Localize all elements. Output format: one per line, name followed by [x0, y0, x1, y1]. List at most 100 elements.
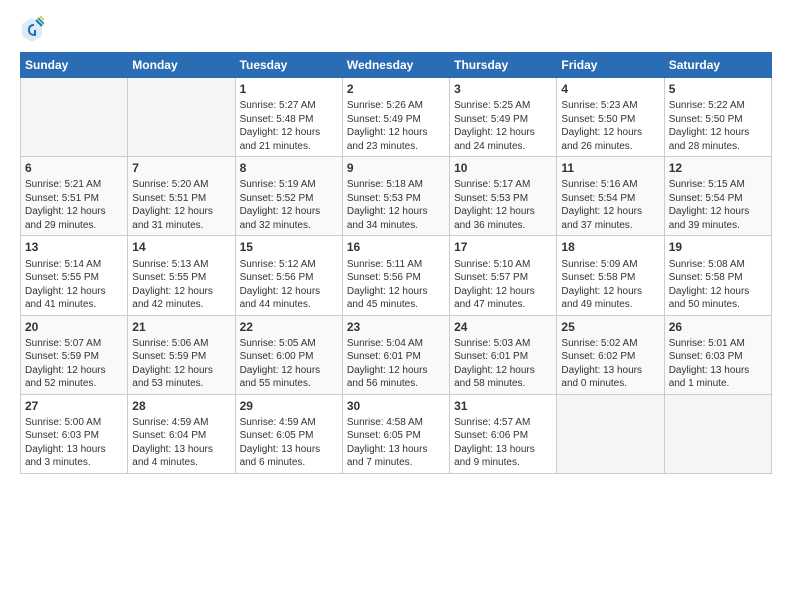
calendar-cell: 12Sunrise: 5:15 AMSunset: 5:54 PMDayligh…: [664, 157, 771, 236]
day-number: 27: [25, 398, 123, 414]
daylight-label: Daylight: 12 hours and 31 minutes.: [132, 206, 213, 231]
daylight-label: Daylight: 12 hours and 23 minutes.: [347, 127, 428, 152]
day-number: 11: [561, 160, 659, 176]
daylight-label: Daylight: 13 hours and 6 minutes.: [240, 444, 321, 469]
sunrise-text: Sunrise: 5:18 AM: [347, 179, 423, 190]
calendar-cell: 18Sunrise: 5:09 AMSunset: 5:58 PMDayligh…: [557, 236, 664, 315]
daylight-label: Daylight: 13 hours and 9 minutes.: [454, 444, 535, 469]
day-number: 18: [561, 239, 659, 255]
calendar-cell: 8Sunrise: 5:19 AMSunset: 5:52 PMDaylight…: [235, 157, 342, 236]
calendar-cell: 28Sunrise: 4:59 AMSunset: 6:04 PMDayligh…: [128, 394, 235, 473]
day-number: 31: [454, 398, 552, 414]
calendar-cell: [664, 394, 771, 473]
sunrise-text: Sunrise: 5:07 AM: [25, 338, 101, 349]
calendar-cell: 20 Sunrise: 5:07 AM Sunset: 5:59 PM Dayligh…: [21, 315, 128, 394]
calendar-cell: 10Sunrise: 5:17 AMSunset: 5:53 PMDayligh…: [450, 157, 557, 236]
sunrise-text: Sunrise: 4:58 AM: [347, 417, 423, 428]
calendar-cell: 11Sunrise: 5:16 AMSunset: 5:54 PMDayligh…: [557, 157, 664, 236]
sunrise-text: Sunrise: 5:15 AM: [669, 179, 745, 190]
day-number: 29: [240, 398, 338, 414]
daylight-label: Daylight: 12 hours and 49 minutes.: [561, 286, 642, 311]
sunrise-text: Sunrise: 5:21 AM: [25, 179, 101, 190]
daylight-label: Daylight: 13 hours and 1 minute.: [669, 365, 750, 390]
day-header-friday: Friday: [557, 53, 664, 78]
day-number: 2: [347, 81, 445, 97]
day-number: 6: [25, 160, 123, 176]
sunset-text: Sunset: 6:02 PM: [561, 351, 635, 362]
daylight-label: Daylight: 12 hours and 37 minutes.: [561, 206, 642, 231]
sunrise-text: Sunrise: 5:11 AM: [347, 259, 422, 270]
daylight-label: Daylight: 12 hours and 42 minutes.: [132, 286, 213, 311]
daylight-label: Daylight: 12 hours and 34 minutes.: [347, 206, 428, 231]
sunset-text: Sunset: 5:49 PM: [454, 114, 528, 125]
sunset-text: Sunset: 5:57 PM: [454, 272, 528, 283]
sunrise-text: Sunrise: 5:23 AM: [561, 100, 637, 111]
calendar-cell: 6Sunrise: 5:21 AMSunset: 5:51 PMDaylight…: [21, 157, 128, 236]
daylight-label: Daylight: 13 hours and 0 minutes.: [561, 365, 642, 390]
sunset-text: Sunset: 5:59 PM: [132, 351, 206, 362]
calendar-cell: 23Sunrise: 5:04 AMSunset: 6:01 PMDayligh…: [342, 315, 449, 394]
daylight-label: Daylight: 12 hours and 36 minutes.: [454, 206, 535, 231]
sunset-text: Sunset: 5:55 PM: [132, 272, 206, 283]
calendar-week-2: 6Sunrise: 5:21 AMSunset: 5:51 PMDaylight…: [21, 157, 772, 236]
calendar-cell: 27Sunrise: 5:00 AMSunset: 6:03 PMDayligh…: [21, 394, 128, 473]
daylight-label: Daylight: 12 hours and 39 minutes.: [669, 206, 750, 231]
day-number: 21: [132, 319, 230, 335]
sunset-text: Sunset: 5:54 PM: [669, 193, 743, 204]
calendar-week-4: 20 Sunrise: 5:07 AM Sunset: 5:59 PM Dayligh…: [21, 315, 772, 394]
day-number: 22: [240, 319, 338, 335]
sunset-text: Sunset: 5:48 PM: [240, 114, 314, 125]
logo-icon: [20, 16, 44, 44]
sunset-text: Sunset: 6:05 PM: [347, 430, 421, 441]
day-header-thursday: Thursday: [450, 53, 557, 78]
sunset-text: Sunset: 5:50 PM: [561, 114, 635, 125]
sunset-text: Sunset: 5:50 PM: [669, 114, 743, 125]
day-number: 1: [240, 81, 338, 97]
calendar-cell: 5Sunrise: 5:22 AMSunset: 5:50 PMDaylight…: [664, 78, 771, 157]
calendar-cell: 1Sunrise: 5:27 AMSunset: 5:48 PMDaylight…: [235, 78, 342, 157]
sunrise-text: Sunrise: 5:25 AM: [454, 100, 530, 111]
calendar-cell: 31Sunrise: 4:57 AMSunset: 6:06 PMDayligh…: [450, 394, 557, 473]
calendar-cell: 26Sunrise: 5:01 AMSunset: 6:03 PMDayligh…: [664, 315, 771, 394]
sunrise-text: Sunrise: 5:03 AM: [454, 338, 530, 349]
header: [20, 16, 772, 44]
daylight-label: Daylight: 12 hours and 52 minutes.: [25, 365, 106, 390]
sunset-text: Sunset: 5:56 PM: [347, 272, 421, 283]
calendar-cell: 16Sunrise: 5:11 AMSunset: 5:56 PMDayligh…: [342, 236, 449, 315]
day-header-saturday: Saturday: [664, 53, 771, 78]
calendar-cell: 7Sunrise: 5:20 AMSunset: 5:51 PMDaylight…: [128, 157, 235, 236]
calendar-cell: 14Sunrise: 5:13 AMSunset: 5:55 PMDayligh…: [128, 236, 235, 315]
calendar-cell: [128, 78, 235, 157]
calendar-cell: 30Sunrise: 4:58 AMSunset: 6:05 PMDayligh…: [342, 394, 449, 473]
sunset-text: Sunset: 5:55 PM: [25, 272, 99, 283]
sunset-text: Sunset: 6:01 PM: [347, 351, 421, 362]
sunset-text: Sunset: 5:56 PM: [240, 272, 314, 283]
day-number: 17: [454, 239, 552, 255]
day-number: 16: [347, 239, 445, 255]
day-number: 14: [132, 239, 230, 255]
logo: [20, 16, 48, 44]
sunset-text: Sunset: 5:53 PM: [454, 193, 528, 204]
sunrise-text: Sunrise: 5:19 AM: [240, 179, 316, 190]
calendar-cell: [21, 78, 128, 157]
sunset-text: Sunset: 5:59 PM: [25, 351, 99, 362]
daylight-label: Daylight: 12 hours and 56 minutes.: [347, 365, 428, 390]
daylight-label: Daylight: 12 hours and 50 minutes.: [669, 286, 750, 311]
day-number: 20: [25, 319, 123, 335]
day-number: 13: [25, 239, 123, 255]
sunrise-text: Sunrise: 5:27 AM: [240, 100, 316, 111]
calendar-cell: 17Sunrise: 5:10 AMSunset: 5:57 PMDayligh…: [450, 236, 557, 315]
sunset-text: Sunset: 6:06 PM: [454, 430, 528, 441]
daylight-label: Daylight: 12 hours and 28 minutes.: [669, 127, 750, 152]
day-header-monday: Monday: [128, 53, 235, 78]
day-number: 10: [454, 160, 552, 176]
day-number: 25: [561, 319, 659, 335]
sunset-text: Sunset: 5:52 PM: [240, 193, 314, 204]
sunset-text: Sunset: 6:03 PM: [25, 430, 99, 441]
day-number: 8: [240, 160, 338, 176]
daylight-label: Daylight: 12 hours and 44 minutes.: [240, 286, 321, 311]
calendar-cell: 13Sunrise: 5:14 AMSunset: 5:55 PMDayligh…: [21, 236, 128, 315]
sunrise-text: Sunrise: 5:00 AM: [25, 417, 101, 428]
day-number: 9: [347, 160, 445, 176]
sunset-text: Sunset: 5:58 PM: [669, 272, 743, 283]
